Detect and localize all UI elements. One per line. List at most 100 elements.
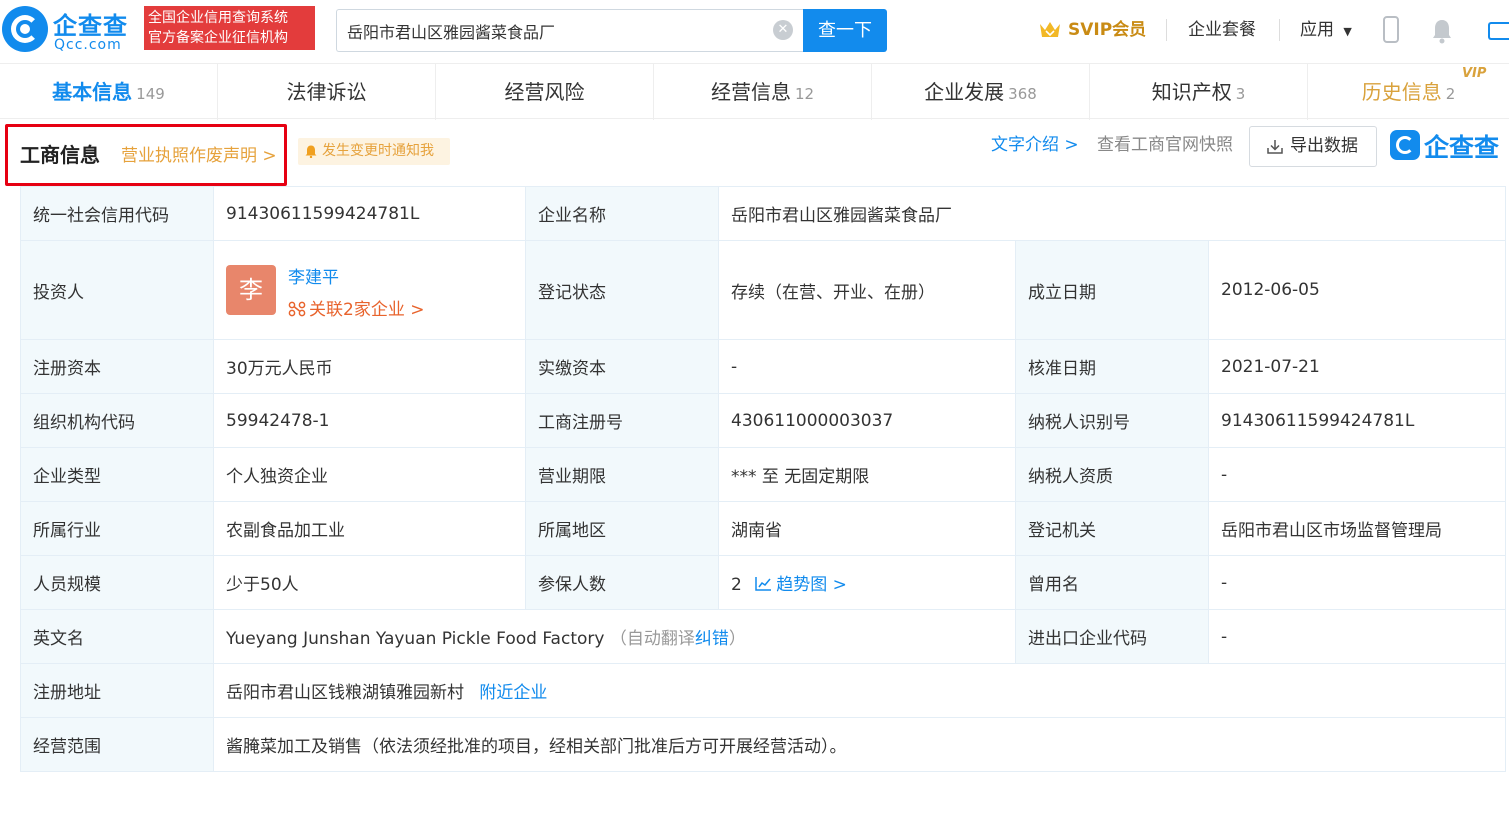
company-name-label: 企业名称 xyxy=(525,186,719,241)
table-row: 企业类型 个人独资企业 营业期限 *** 至 无固定期限 纳税人资质 - xyxy=(20,447,1506,502)
bell-icon[interactable] xyxy=(1431,18,1453,44)
table-row: 人员规模 少于50人 参保人数 2 趋势图 > 曾用名 - xyxy=(20,555,1506,610)
tab-label: 历史信息 xyxy=(1361,80,1442,104)
vip-tag: VIP xyxy=(1462,66,1487,81)
partial-icon[interactable] xyxy=(1488,22,1509,40)
import-export-value: - xyxy=(1208,609,1506,664)
tab-label: 经营风险 xyxy=(504,80,585,104)
org-code-label: 组织机构代码 xyxy=(20,393,214,448)
taxpayer-id-label: 纳税人识别号 xyxy=(1015,393,1209,448)
qcc-logo-icon xyxy=(1390,130,1420,160)
notify-change-button[interactable]: 发生变更时通知我 xyxy=(298,138,450,165)
reg-no-label: 工商注册号 xyxy=(525,393,719,448)
insured-value: 2 xyxy=(731,575,742,595)
qcc-logo-icon xyxy=(2,6,48,52)
table-row: 注册资本 30万元人民币 实缴资本 - 核准日期 2021-07-21 xyxy=(20,339,1506,394)
apps-label: 应用 xyxy=(1300,20,1334,40)
logo-text-en: Qcc.com xyxy=(54,37,122,53)
founded-value: 2012-06-05 xyxy=(1208,240,1506,340)
notify-label: 发生变更时通知我 xyxy=(322,143,434,159)
industry-label: 所属行业 xyxy=(20,501,214,556)
export-label: 导出数据 xyxy=(1290,136,1358,156)
staff-value: 少于50人 xyxy=(213,555,526,610)
address-cell: 岳阳市君山区钱粮湖镇雅园新村 附近企业 xyxy=(213,663,1506,718)
table-row: 统一社会信用代码 91430611599424781L 企业名称 岳阳市君山区雅… xyxy=(20,186,1506,241)
correct-error-link[interactable]: 纠错 xyxy=(695,629,729,649)
search-button[interactable]: 查一下 xyxy=(803,9,887,52)
text-intro-link[interactable]: 文字介绍 > xyxy=(991,134,1079,156)
insured-cell: 2 趋势图 > xyxy=(718,555,1016,610)
tab-label: 企业发展 xyxy=(924,80,1005,104)
taxpayer-id-value: 91430611599424781L xyxy=(1208,393,1506,448)
tab-count: 12 xyxy=(794,85,815,103)
tab-development[interactable]: 企业发展 368 xyxy=(872,64,1090,120)
former-name-value: - xyxy=(1208,555,1506,610)
official-snapshot-link[interactable]: 查看工商官网快照 xyxy=(1097,134,1233,156)
type-value: 个人独资企业 xyxy=(213,447,526,502)
tab-ip[interactable]: 知识产权 3 xyxy=(1090,64,1308,120)
industry-value: 农副食品加工业 xyxy=(213,501,526,556)
credit-code-label: 统一社会信用代码 xyxy=(20,186,214,241)
status-value: 存续（在营、开业、在册） xyxy=(718,240,1016,340)
term-value: *** 至 无固定期限 xyxy=(718,447,1016,502)
credit-code-value: 91430611599424781L xyxy=(213,186,526,241)
region-value: 湖南省 xyxy=(718,501,1016,556)
table-row: 英文名 Yueyang Junshan Yayuan Pickle Food F… xyxy=(20,609,1506,664)
english-name-label: 英文名 xyxy=(20,609,214,664)
paid-capital-label: 实缴资本 xyxy=(525,339,719,394)
tab-label: 知识产权 xyxy=(1151,80,1232,104)
tab-label: 基本信息 xyxy=(52,80,133,104)
badge-line-2: 官方备案企业征信机构 xyxy=(148,30,288,46)
official-badge: 全国企业信用查询系统 官方备案企业征信机构 xyxy=(144,6,315,50)
mini-logo-text: 企查查 xyxy=(1424,133,1500,162)
former-name-label: 曾用名 xyxy=(1015,555,1209,610)
tab-basic-info[interactable]: 基本信息 149 xyxy=(0,64,218,120)
apps-menu[interactable]: 应用 ▼ xyxy=(1300,16,1352,44)
tab-count: 3 xyxy=(1235,85,1246,103)
tab-operation[interactable]: 经营信息 12 xyxy=(654,64,872,120)
table-row: 注册地址 岳阳市君山区钱粮湖镇雅园新村 附近企业 xyxy=(20,663,1506,718)
nearby-companies-link[interactable]: 附近企业 xyxy=(479,683,547,703)
investor-name-link[interactable]: 李建平 xyxy=(288,263,339,288)
tab-legal[interactable]: 法律诉讼 xyxy=(218,64,436,120)
import-export-label: 进出口企业代码 xyxy=(1015,609,1209,664)
download-icon xyxy=(1267,140,1283,154)
status-label: 登记状态 xyxy=(525,240,719,340)
tab-risk[interactable]: 经营风险 xyxy=(436,64,654,120)
svip-label: SVIP会员 xyxy=(1068,20,1147,40)
staff-label: 人员规模 xyxy=(20,555,214,610)
export-data-button[interactable]: 导出数据 xyxy=(1249,126,1377,167)
org-code-value: 59942478-1 xyxy=(213,393,526,448)
trend-chart-link[interactable]: 趋势图 > xyxy=(747,575,847,595)
table-row: 投资人 李 李建平 关联2家企业 > 登记状态 存续（在营、开业、在册） 成立日… xyxy=(20,240,1506,340)
reg-capital-value: 30万元人民币 xyxy=(213,339,526,394)
reg-no-value: 430611000003037 xyxy=(718,393,1016,448)
avatar[interactable]: 李 xyxy=(226,265,276,315)
related-label: 关联2家企业 > xyxy=(309,300,425,320)
search-input[interactable] xyxy=(347,18,767,44)
taxpayer-qual-value: - xyxy=(1208,447,1506,502)
qcc-logo[interactable]: 企查查 Qcc.com xyxy=(2,6,140,56)
authority-label: 登记机关 xyxy=(1015,501,1209,556)
region-label: 所属地区 xyxy=(525,501,719,556)
founded-label: 成立日期 xyxy=(1015,240,1209,340)
type-label: 企业类型 xyxy=(20,447,214,502)
address-value: 岳阳市君山区钱粮湖镇雅园新村 xyxy=(226,683,464,703)
tab-label: 经营信息 xyxy=(710,80,791,104)
tab-count: 368 xyxy=(1008,85,1037,103)
mobile-icon[interactable] xyxy=(1383,16,1399,43)
insured-label: 参保人数 xyxy=(525,555,719,610)
svip-member-link[interactable]: SVIP会员 xyxy=(1038,16,1146,44)
relation-icon xyxy=(288,301,306,317)
tab-count: 149 xyxy=(136,85,165,103)
address-label: 注册地址 xyxy=(20,663,214,718)
enterprise-package-link[interactable]: 企业套餐 xyxy=(1188,16,1256,44)
caret-down-icon: ▼ xyxy=(1343,25,1352,38)
related-companies-link[interactable]: 关联2家企业 > xyxy=(288,295,424,320)
trend-chart-icon xyxy=(755,577,772,591)
divider xyxy=(1166,19,1167,41)
reg-capital-label: 注册资本 xyxy=(20,339,214,394)
clear-icon[interactable]: ✕ xyxy=(773,20,793,40)
table-row: 组织机构代码 59942478-1 工商注册号 430611000003037 … xyxy=(20,393,1506,448)
badge-line-1: 全国企业信用查询系统 xyxy=(148,10,288,26)
